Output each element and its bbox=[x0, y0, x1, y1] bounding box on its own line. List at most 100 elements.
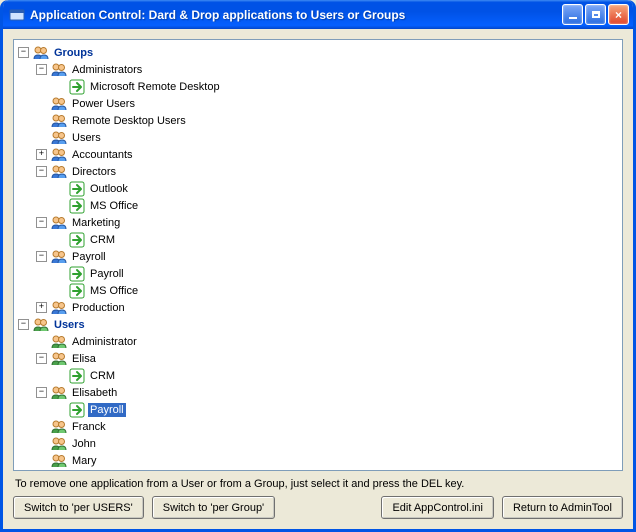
tree-group-item[interactable]: − Marketing bbox=[36, 214, 620, 231]
expand-toggle bbox=[36, 421, 47, 432]
tree-app-item[interactable]: MS Office bbox=[54, 282, 620, 299]
tree-item-label: Power Users bbox=[70, 97, 137, 111]
expand-toggle[interactable]: − bbox=[18, 47, 29, 58]
expand-toggle bbox=[54, 268, 65, 279]
tree-item-label: Franck bbox=[70, 420, 108, 434]
tree-item-label: Elisa bbox=[70, 352, 98, 366]
tree-user-item[interactable]: Oliver bbox=[36, 469, 620, 470]
tree-item-label: Remote Desktop Users bbox=[70, 114, 188, 128]
minimize-button[interactable] bbox=[562, 4, 583, 25]
app-arrow-icon bbox=[69, 232, 85, 248]
group-icon bbox=[51, 249, 67, 265]
tree-item-label: Users bbox=[70, 131, 103, 145]
expand-toggle bbox=[36, 336, 47, 347]
expand-toggle[interactable]: − bbox=[36, 251, 47, 262]
tree-user-item[interactable]: − Elisa bbox=[36, 350, 620, 367]
tree-item-label: Production bbox=[70, 301, 127, 315]
tree-item-label: Accountants bbox=[70, 148, 135, 162]
user-icon bbox=[51, 419, 67, 435]
tree-app-item[interactable]: Outlook bbox=[54, 180, 620, 197]
expand-toggle[interactable]: − bbox=[18, 319, 29, 330]
tree-item-label: Payroll bbox=[88, 403, 126, 417]
expand-toggle bbox=[36, 438, 47, 449]
expand-toggle bbox=[54, 404, 65, 415]
app-arrow-icon bbox=[69, 283, 85, 299]
expand-toggle[interactable]: − bbox=[36, 64, 47, 75]
tree-group-item[interactable]: Power Users bbox=[36, 95, 620, 112]
tree-item-label: Groups bbox=[52, 46, 95, 60]
group-icon bbox=[51, 62, 67, 78]
app-arrow-icon bbox=[69, 402, 85, 418]
app-icon bbox=[9, 7, 25, 23]
group-icon bbox=[51, 130, 67, 146]
expand-toggle[interactable]: − bbox=[36, 353, 47, 364]
titlebar[interactable]: Application Control: Dard & Drop applica… bbox=[3, 0, 633, 29]
tree-item-label: Mary bbox=[70, 454, 98, 468]
tree-user-item[interactable]: John bbox=[36, 435, 620, 452]
user-icon bbox=[51, 470, 67, 471]
tree-group-item[interactable]: + Production bbox=[36, 299, 620, 316]
expand-toggle bbox=[54, 234, 65, 245]
user-icon bbox=[51, 453, 67, 469]
switch-per-users-button[interactable]: Switch to 'per USERS' bbox=[13, 496, 144, 519]
users-icon bbox=[33, 317, 49, 333]
group-icon bbox=[51, 215, 67, 231]
expand-toggle[interactable]: − bbox=[36, 387, 47, 398]
tree-item-label: Outlook bbox=[88, 182, 130, 196]
tree-item-label: Payroll bbox=[70, 250, 108, 264]
expand-toggle bbox=[36, 115, 47, 126]
app-arrow-icon bbox=[69, 368, 85, 384]
tree-user-item[interactable]: − Elisabeth bbox=[36, 384, 620, 401]
tree-user-item[interactable]: Franck bbox=[36, 418, 620, 435]
spacer bbox=[283, 496, 373, 519]
tree-item-label: Elisabeth bbox=[70, 386, 119, 400]
tree-app-item[interactable]: Microsoft Remote Desktop bbox=[54, 78, 620, 95]
group-icon bbox=[51, 96, 67, 112]
edit-appcontrol-ini-button[interactable]: Edit AppControl.ini bbox=[381, 496, 494, 519]
app-arrow-icon bbox=[69, 198, 85, 214]
tree-group-item[interactable]: − Payroll bbox=[36, 248, 620, 265]
tree-user-item[interactable]: Mary bbox=[36, 452, 620, 469]
user-icon bbox=[51, 436, 67, 452]
expand-toggle bbox=[54, 200, 65, 211]
tree-scroll[interactable]: −Groups−AdministratorsMicrosoft Remote D… bbox=[14, 40, 622, 470]
expand-toggle bbox=[36, 132, 47, 143]
expand-toggle[interactable]: − bbox=[36, 217, 47, 228]
tree-app-item[interactable]: Payroll bbox=[54, 265, 620, 282]
application-window: Application Control: Dard & Drop applica… bbox=[0, 0, 636, 532]
maximize-button[interactable] bbox=[585, 4, 606, 25]
tree-app-item[interactable]: Payroll bbox=[54, 401, 620, 418]
tree-item-label: CRM bbox=[88, 233, 117, 247]
group-icon bbox=[51, 113, 67, 129]
tree-item-label: Marketing bbox=[70, 216, 122, 230]
return-to-admintool-button[interactable]: Return to AdminTool bbox=[502, 496, 623, 519]
expand-toggle bbox=[54, 370, 65, 381]
expand-toggle[interactable]: − bbox=[36, 166, 47, 177]
close-button[interactable]: × bbox=[608, 4, 629, 25]
tree-group-item[interactable]: −Directors bbox=[36, 163, 620, 180]
app-arrow-icon bbox=[69, 79, 85, 95]
tree-app-item[interactable]: CRM bbox=[54, 231, 620, 248]
tree-group-item[interactable]: Users bbox=[36, 129, 620, 146]
app-arrow-icon bbox=[69, 266, 85, 282]
group-icon bbox=[51, 300, 67, 316]
user-icon bbox=[51, 334, 67, 350]
expand-toggle bbox=[36, 455, 47, 466]
tree-app-item[interactable]: CRM bbox=[54, 367, 620, 384]
tree-item-label: Administrator bbox=[70, 335, 139, 349]
tree-app-item[interactable]: MS Office bbox=[54, 197, 620, 214]
tree-root-groups[interactable]: − Groups bbox=[18, 44, 620, 61]
expand-toggle[interactable]: + bbox=[36, 149, 47, 160]
tree-user-item[interactable]: Administrator bbox=[36, 333, 620, 350]
user-icon bbox=[51, 351, 67, 367]
tree-group-item[interactable]: Remote Desktop Users bbox=[36, 112, 620, 129]
tree-item-label: Administrators bbox=[70, 63, 144, 77]
expand-toggle[interactable]: + bbox=[36, 302, 47, 313]
tree-item-label: Users bbox=[52, 318, 87, 332]
tree-group-item[interactable]: − Administrators bbox=[36, 61, 620, 78]
tree-group-item[interactable]: + Accountants bbox=[36, 146, 620, 163]
groups-icon bbox=[33, 45, 49, 61]
tree-root-users[interactable]: − Users bbox=[18, 316, 620, 333]
expand-toggle bbox=[54, 183, 65, 194]
switch-per-group-button[interactable]: Switch to 'per Group' bbox=[152, 496, 275, 519]
